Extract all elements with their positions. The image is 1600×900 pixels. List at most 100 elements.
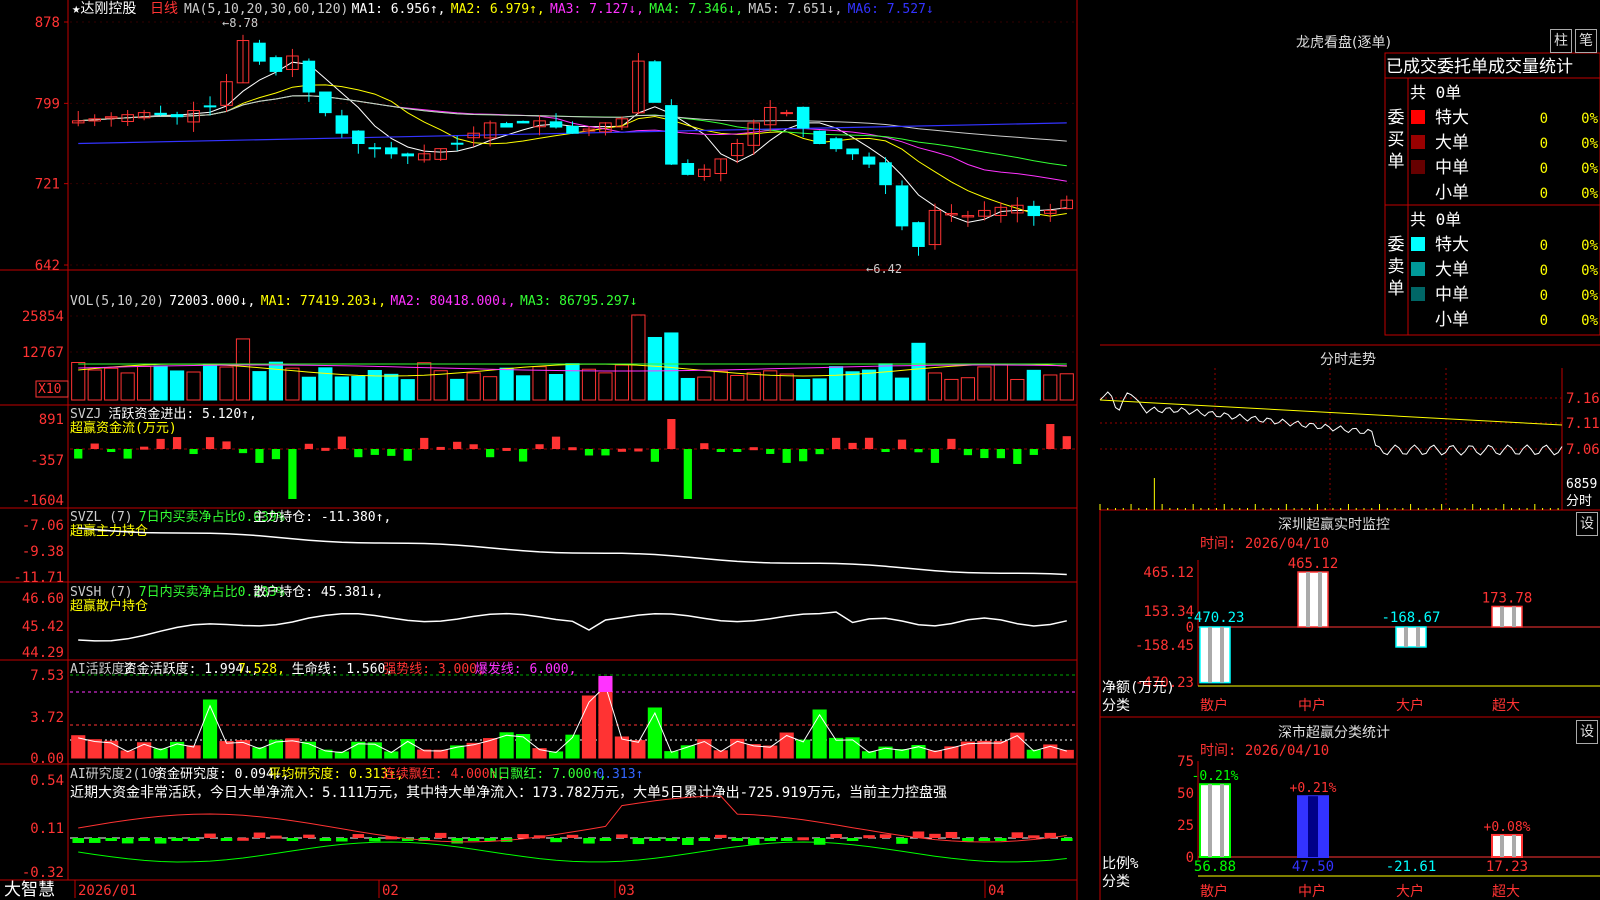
- sell-row-label: 大单: [1435, 260, 1469, 280]
- buy-color-swatch: [1411, 160, 1425, 174]
- svzj-bar: [453, 441, 462, 449]
- vol-ytick-label: 25854: [22, 309, 64, 325]
- research-legend-item: 连续飘红: 4.000↑,: [383, 766, 505, 782]
- buy-color-swatch: [1411, 135, 1425, 149]
- column-view-button[interactable]: 柱: [1550, 29, 1572, 53]
- research-bar: [88, 838, 101, 843]
- svzj-bar: [930, 449, 940, 463]
- vol-unit-label: X10: [38, 382, 61, 397]
- research-bar: [830, 833, 842, 838]
- classify-value-label: 56.88: [1194, 859, 1236, 875]
- buy-row-value: 0: [1540, 136, 1548, 152]
- ai-activity-bar: [796, 739, 811, 759]
- sell-row-pct: 0%: [1581, 288, 1598, 304]
- research-bar: [665, 838, 678, 842]
- candle-body: [352, 130, 365, 144]
- svzj-bar: [90, 443, 99, 449]
- ai-activity-bar: [647, 707, 662, 759]
- buy-row-label: 大单: [1435, 133, 1469, 153]
- research-legend-item: AI研究度2(10): [70, 766, 164, 782]
- research-bar: [336, 838, 348, 842]
- svzj-ytick-label: -1604: [22, 493, 64, 509]
- research-bar: [797, 837, 809, 841]
- svzj-bar: [766, 449, 775, 454]
- buy-total: 共 0单: [1410, 83, 1461, 102]
- svzj-bar: [584, 449, 594, 456]
- research-bar: [1028, 835, 1040, 839]
- buy-color-swatch: [1411, 110, 1425, 124]
- svzj-bar: [74, 449, 83, 459]
- svzj-bar: [123, 449, 132, 459]
- svzj-bar: [436, 446, 445, 450]
- classify-bar: [1491, 833, 1523, 859]
- classify-category-label: 超大: [1492, 884, 1520, 900]
- xaxis-label: 04: [988, 883, 1005, 899]
- svzj-bar: [799, 449, 808, 462]
- research-bar: [369, 838, 381, 842]
- research-bar: [154, 838, 167, 844]
- candle-body: [154, 112, 167, 116]
- monitor-bar-body: [1199, 626, 1231, 684]
- candle-body: [401, 153, 415, 157]
- ai-activity-bar: [977, 740, 992, 759]
- svzj-bar: [782, 449, 791, 463]
- volume-bar: [384, 373, 399, 401]
- candle-body: [681, 163, 695, 175]
- monitor-bar-shade: [1500, 606, 1504, 627]
- monitor-bar-body: [1491, 605, 1523, 628]
- candle-body: [780, 112, 793, 115]
- volume-bar: [450, 378, 465, 401]
- research-bar: [731, 838, 744, 841]
- classify-bar-shade: [1512, 834, 1516, 857]
- svzj-bar: [551, 436, 561, 449]
- research-bar: [879, 834, 892, 838]
- ai-activity-bar: [87, 739, 102, 759]
- classify-category-label: 中户: [1298, 883, 1326, 900]
- svzj-bar: [864, 437, 874, 449]
- candle-body: [516, 120, 530, 124]
- research-bar: [270, 835, 282, 839]
- sell-side-label: 单: [1388, 279, 1405, 299]
- monitor-value-label: -168.67: [1381, 610, 1440, 626]
- research-bar: [715, 834, 727, 838]
- buy-row-value: 0: [1540, 161, 1548, 177]
- classify-bar: [1297, 795, 1329, 859]
- sell-row-value: 0: [1540, 288, 1548, 304]
- research-bar: [484, 838, 496, 841]
- monitor-category-label: 中户: [1298, 697, 1326, 714]
- sell-color-swatch: [1411, 287, 1425, 301]
- classify-settings-button[interactable]: 设: [1576, 720, 1598, 744]
- research-bar: [599, 838, 612, 841]
- ai-ytick-label: 7.53: [30, 668, 64, 684]
- sell-row-value: 0: [1540, 263, 1548, 279]
- research-bar: [1060, 838, 1073, 841]
- candle-body: [895, 185, 909, 227]
- classify-ytick-label: 50: [1177, 786, 1194, 802]
- monitor-bar-shade: [1220, 627, 1224, 683]
- candle-body: [829, 138, 843, 150]
- classify-ytick-label: 75: [1177, 754, 1194, 770]
- classify-title: 深市超赢分类统计: [1278, 725, 1390, 741]
- svzj-bar: [486, 449, 495, 458]
- xaxis-label: 2026/01: [78, 883, 137, 899]
- svzj-bar: [205, 437, 215, 449]
- tick-view-button[interactable]: 笔: [1575, 29, 1597, 53]
- monitor-ytick-label: 465.12: [1143, 565, 1194, 581]
- monitor-settings-button[interactable]: 设: [1576, 512, 1598, 536]
- volume-bar: [170, 370, 185, 401]
- research-bar: [286, 838, 299, 841]
- candle-body: [302, 60, 316, 93]
- classify-category-label: 大户: [1396, 883, 1424, 900]
- buy-side-label: 买: [1388, 130, 1405, 150]
- sell-color-swatch: [1411, 262, 1425, 276]
- research-bar: [121, 838, 134, 844]
- research-bar: [105, 838, 117, 841]
- candle-body: [170, 114, 184, 118]
- monitor-bar-shade: [1512, 606, 1516, 627]
- brand-label: 大智慧: [4, 880, 55, 900]
- svsh-ytick-label: 45.42: [22, 619, 64, 635]
- research-legend-item: N日飘红: 7.000↑,: [490, 766, 607, 782]
- research-bar: [682, 838, 694, 845]
- svzl-ytick-label: -7.06: [22, 518, 64, 534]
- monitor-category-label: 超大: [1492, 698, 1520, 714]
